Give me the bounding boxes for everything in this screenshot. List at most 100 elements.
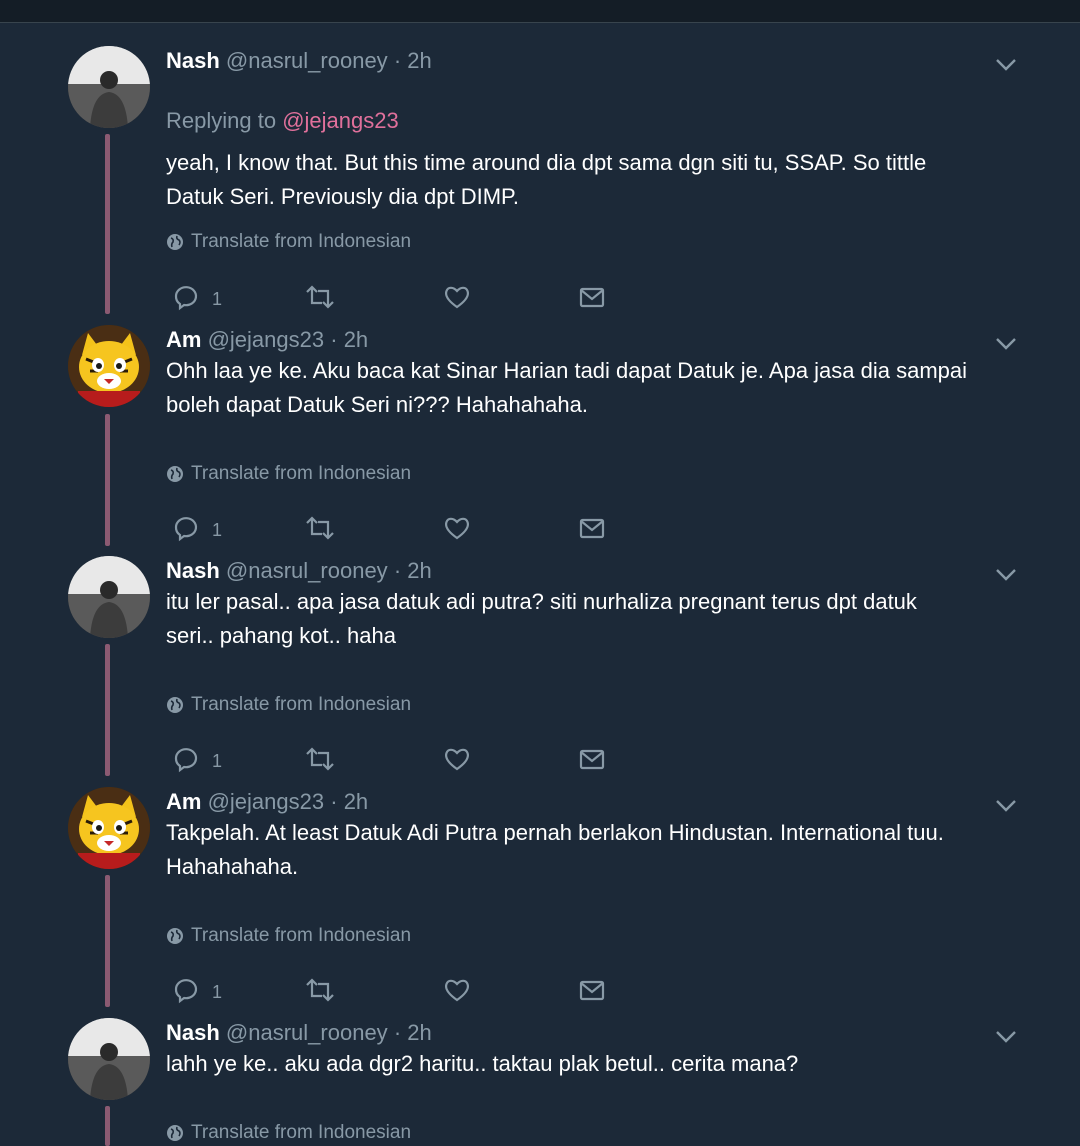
user-handle[interactable]: @jejangs23 [208, 327, 325, 352]
conversation-thread: Nash @nasrul_rooney · 2h Replying to @je… [0, 22, 1080, 1146]
tweet-text-line: Hahahahaha. [166, 854, 299, 879]
tweet-text-line: yeah, I know that. But this time around … [166, 150, 927, 175]
envelope-icon [579, 287, 605, 308]
tweet-text-line: Ohh laa ye ke. Aku baca kat Sinar Harian… [166, 358, 968, 383]
translate-link[interactable]: Translate from Indonesian [166, 692, 411, 718]
user-handle[interactable]: @jejangs23 [208, 789, 325, 814]
separator-dot: · [330, 789, 338, 814]
reply-count: 1 [212, 519, 223, 540]
display-name[interactable]: Am [166, 789, 201, 814]
avatar[interactable] [68, 46, 150, 128]
avatar[interactable] [68, 556, 150, 638]
chevron-down-icon[interactable] [995, 1030, 1017, 1044]
chevron-down-icon[interactable] [995, 799, 1017, 813]
chevron-down-icon[interactable] [995, 337, 1017, 351]
globe-icon [167, 928, 183, 944]
display-name[interactable]: Nash [166, 558, 220, 583]
tweet-text-line: Takpelah. At least Datuk Adi Putra perna… [166, 820, 944, 845]
tweet-text: yeah, I know that. But this time around … [166, 146, 1026, 214]
replying-to-handle[interactable]: @jejangs23 [282, 108, 399, 133]
heart-icon [445, 517, 469, 540]
user-handle[interactable]: @nasrul_rooney [226, 558, 388, 583]
translate-label: Translate from Indonesian [191, 925, 412, 946]
tweet-text-line: Datuk Seri. Previously dia dpt DIMP. [166, 184, 519, 209]
tweet-text: itu ler pasal.. apa jasa datuk adi putra… [166, 585, 1026, 653]
user-handle[interactable]: @nasrul_rooney [226, 1020, 388, 1045]
like-button[interactable] [443, 975, 471, 1005]
chevron-down-icon[interactable] [995, 58, 1017, 72]
reply-button[interactable]: 1 [172, 744, 222, 774]
reply-icon [174, 748, 198, 773]
tweet-actions: 1 [166, 513, 626, 543]
timestamp[interactable]: 2h [407, 1020, 431, 1045]
retweet-icon [306, 516, 334, 540]
retweet-button[interactable] [304, 744, 336, 774]
translate-label: Translate from Indonesian [191, 231, 412, 252]
timestamp[interactable]: 2h [344, 789, 368, 814]
separator-dot: · [393, 1020, 402, 1045]
message-button[interactable] [578, 975, 606, 1005]
top-bar [0, 0, 1080, 23]
like-button[interactable] [443, 744, 471, 774]
reply-button[interactable]: 1 [172, 975, 222, 1005]
avatar[interactable] [68, 1018, 150, 1100]
globe-icon [167, 697, 183, 713]
heart-icon [445, 979, 469, 1002]
tweet-header: Am @jejangs23 · 2h [166, 787, 368, 817]
tweet-text-line: itu ler pasal.. apa jasa datuk adi putra… [166, 589, 917, 614]
retweet-icon [306, 747, 334, 771]
display-name[interactable]: Nash [166, 1020, 220, 1045]
reply-icon [174, 979, 198, 1004]
tweet-actions: 1 [166, 282, 626, 312]
tweet-text-line: seri.. pahang kot.. haha [166, 623, 396, 648]
translate-label: Translate from Indonesian [191, 1122, 412, 1143]
tweet-text: lahh ye ke.. aku ada dgr2 haritu.. takta… [166, 1047, 1026, 1081]
tweet[interactable]: Nash @nasrul_rooney · 2h itu ler pasal..… [0, 556, 1080, 786]
tweet[interactable]: Nash @nasrul_rooney · 2h lahh ye ke.. ak… [0, 1018, 1080, 1144]
retweet-icon [306, 285, 334, 309]
timestamp[interactable]: 2h [344, 327, 368, 352]
replying-to: Replying to @jejangs23 [166, 106, 399, 136]
reply-button[interactable]: 1 [172, 513, 222, 543]
envelope-icon [579, 518, 605, 539]
translate-label: Translate from Indonesian [191, 463, 412, 484]
timestamp[interactable]: 2h [407, 48, 431, 73]
retweet-button[interactable] [304, 975, 336, 1005]
like-button[interactable] [443, 282, 471, 312]
translate-label: Translate from Indonesian [191, 694, 412, 715]
translate-link[interactable]: Translate from Indonesian [166, 229, 411, 255]
reply-button[interactable]: 1 [172, 282, 222, 312]
retweet-button[interactable] [304, 282, 336, 312]
user-handle[interactable]: @nasrul_rooney [226, 48, 388, 73]
tweet[interactable]: Nash @nasrul_rooney · 2h Replying to @je… [0, 46, 1080, 316]
chevron-down-icon[interactable] [995, 568, 1017, 582]
display-name[interactable]: Nash [166, 48, 220, 73]
message-button[interactable] [578, 282, 606, 312]
translate-link[interactable]: Translate from Indonesian [166, 461, 411, 487]
avatar[interactable] [68, 787, 150, 869]
message-button[interactable] [578, 513, 606, 543]
retweet-icon [306, 978, 334, 1002]
tweet-header: Nash @nasrul_rooney · 2h [166, 1018, 432, 1048]
tweet[interactable]: Am @jejangs23 · 2h Takpelah. At least Da… [0, 787, 1080, 1017]
tweet[interactable]: Am @jejangs23 · 2h Ohh laa ye ke. Aku ba… [0, 325, 1080, 555]
like-button[interactable] [443, 513, 471, 543]
retweet-button[interactable] [304, 513, 336, 543]
translate-link[interactable]: Translate from Indonesian [166, 1120, 411, 1146]
reply-icon [174, 517, 198, 542]
tweet-header: Am @jejangs23 · 2h [166, 325, 368, 355]
envelope-icon [579, 749, 605, 770]
globe-icon [167, 466, 183, 482]
timestamp[interactable]: 2h [407, 558, 431, 583]
message-button[interactable] [578, 744, 606, 774]
tweet-text-line: boleh dapat Datuk Seri ni??? Hahahahaha. [166, 392, 588, 417]
globe-icon [167, 234, 183, 250]
tweet-header: Nash @nasrul_rooney · 2h [166, 556, 432, 586]
separator-dot: · [393, 48, 402, 73]
globe-icon [167, 1125, 183, 1141]
display-name[interactable]: Am [166, 327, 201, 352]
separator-dot: · [393, 558, 402, 583]
avatar[interactable] [68, 325, 150, 407]
translate-link[interactable]: Translate from Indonesian [166, 923, 411, 949]
reply-count: 1 [212, 288, 223, 309]
